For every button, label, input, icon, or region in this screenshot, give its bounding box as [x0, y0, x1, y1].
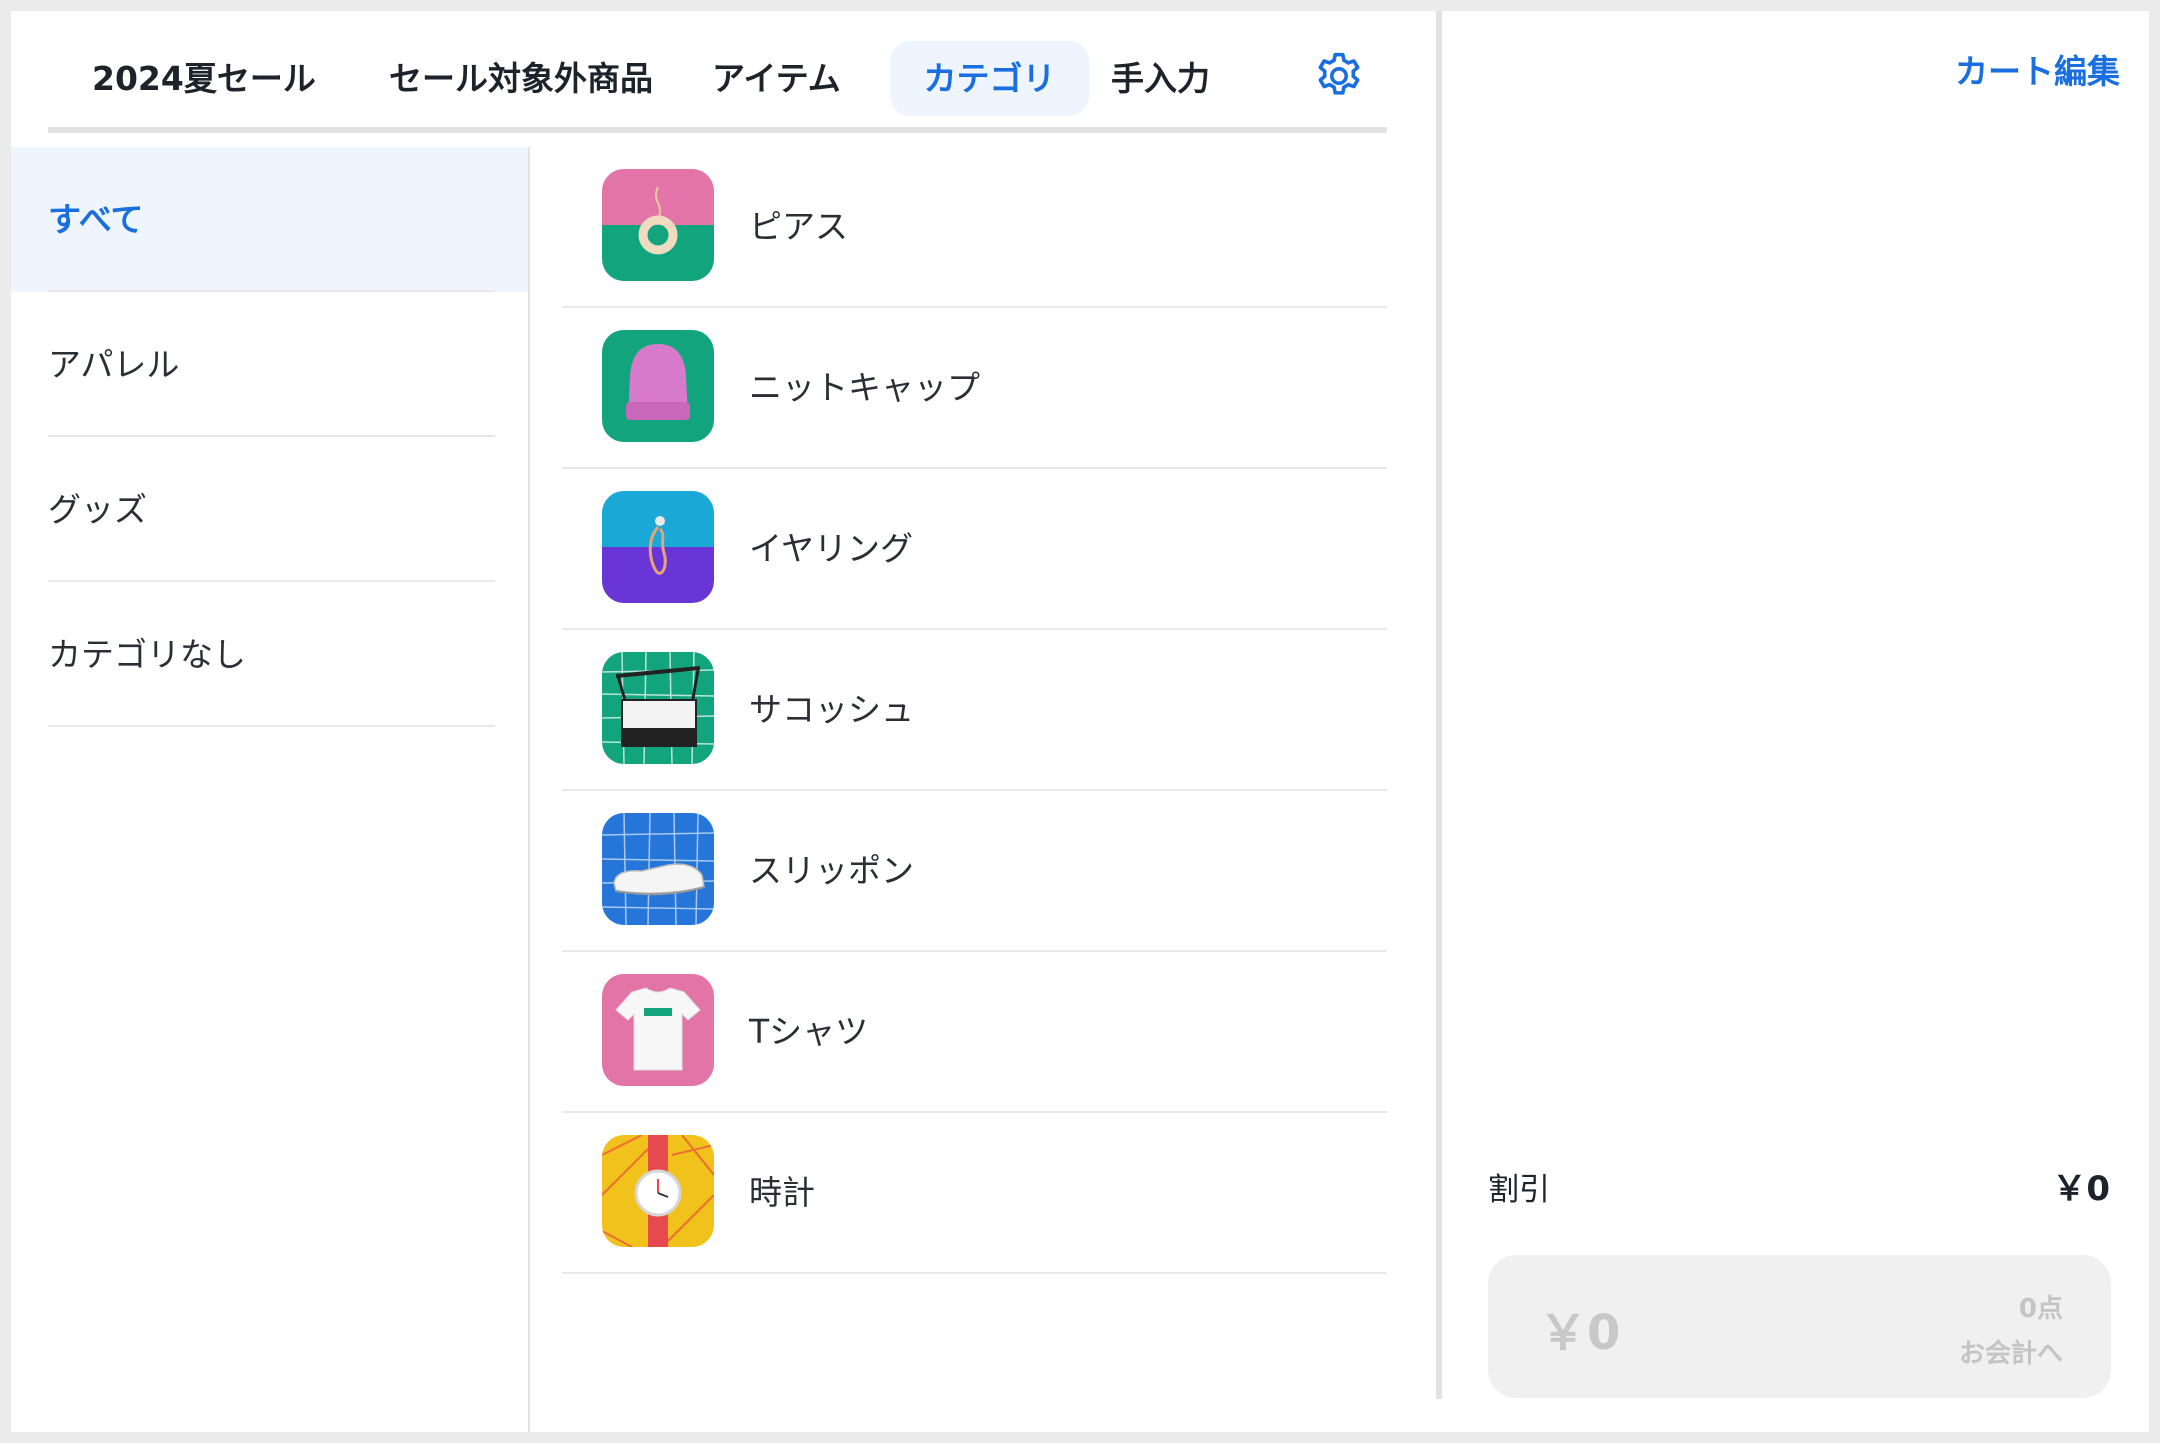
list-item[interactable]: サコッシュ [562, 630, 1387, 791]
earring-image [602, 491, 714, 603]
item-name: Tシャツ [749, 1012, 869, 1051]
tab-manual-entry[interactable]: 手入力 [1111, 41, 1210, 116]
checkout-label: お会計へ [1958, 1339, 2063, 1369]
list-item[interactable]: イヤリング [562, 469, 1387, 630]
divider [48, 725, 495, 727]
list-item[interactable]: ピアス [562, 147, 1387, 308]
category-item-apparel[interactable]: アパレル [11, 292, 528, 437]
sacoche-bag-image [602, 652, 714, 764]
knit-cap-image [602, 330, 714, 442]
item-name: ニットキャップ [749, 368, 980, 407]
t-shirt-image [602, 974, 714, 1086]
list-item[interactable]: スリッポン [562, 791, 1387, 952]
cart-pane: カート編集 割引 ￥0 ￥0 0点 お会計へ [1442, 11, 2149, 1432]
item-name: 時計 [749, 1173, 815, 1212]
checkout-total: ￥0 [1539, 1305, 1621, 1361]
discount-label: 割引 [1488, 1172, 1550, 1208]
list-item[interactable]: 時計 [562, 1113, 1387, 1274]
item-list: ピアス ニットキャップ イヤリング サコッシュ スリッポン Tシャツ 時計 [562, 147, 1387, 1274]
item-name: サコッシュ [749, 690, 914, 729]
watch-image [602, 1135, 714, 1247]
category-label: カテゴリなし [48, 635, 246, 674]
category-label: グッズ [48, 490, 147, 529]
cart-edit-button[interactable]: カート編集 [1955, 45, 2120, 93]
tab-2024-summer-sale[interactable]: 2024夏セール [92, 41, 316, 116]
item-name: ピアス [749, 207, 848, 246]
list-item[interactable]: Tシャツ [562, 952, 1387, 1113]
tab-category[interactable]: カテゴリ [890, 41, 1089, 116]
category-item-all[interactable]: すべて [11, 147, 528, 292]
checkout-item-count: 0点 [2018, 1294, 2063, 1324]
tab-non-sale-items[interactable]: セール対象外商品 [389, 41, 653, 116]
pierced-earring-image [602, 169, 714, 281]
tab-items[interactable]: アイテム [712, 41, 841, 116]
gear-icon[interactable] [1312, 49, 1366, 103]
list-item[interactable]: ニットキャップ [562, 308, 1387, 469]
category-item-goods[interactable]: グッズ [11, 437, 528, 582]
category-label: すべて [48, 200, 144, 239]
slip-on-shoe-image [602, 813, 714, 925]
item-name: イヤリング [749, 529, 914, 568]
category-list: すべて アパレル グッズ カテゴリなし [11, 147, 530, 1432]
top-tab-bar: 2024夏セール セール対象外商品 アイテム カテゴリ 手入力 [48, 29, 1387, 133]
item-name: スリッポン [749, 851, 914, 890]
pos-register-screen: 2024夏セール セール対象外商品 アイテム カテゴリ 手入力 すべて アパレル [11, 11, 2149, 1432]
product-pane: 2024夏セール セール対象外商品 アイテム カテゴリ 手入力 すべて アパレル [11, 11, 1436, 1432]
category-item-uncategorized[interactable]: カテゴリなし [11, 582, 528, 727]
category-label: アパレル [48, 345, 180, 384]
discount-value: ￥0 [2052, 1169, 2110, 1209]
checkout-button[interactable]: ￥0 0点 お会計へ [1488, 1255, 2111, 1398]
